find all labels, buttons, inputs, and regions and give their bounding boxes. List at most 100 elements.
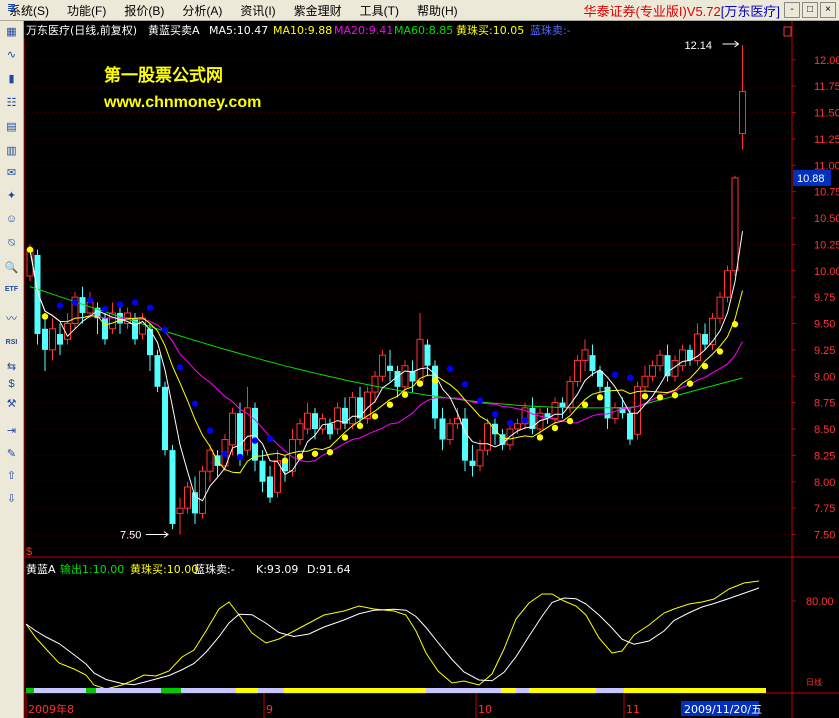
indicator-color-bar bbox=[181, 688, 236, 693]
grid-icon[interactable]: ▤ bbox=[2, 118, 21, 137]
corner-mark: $ bbox=[26, 546, 32, 558]
candle-chart-icon[interactable]: ▮ bbox=[2, 70, 21, 89]
price-tick-label: 7.50 bbox=[814, 530, 835, 542]
menu-finance[interactable]: 紫金理财 bbox=[285, 2, 351, 19]
candle-body-down bbox=[102, 318, 108, 340]
candle-body-up bbox=[611, 407, 619, 419]
yellow-bead bbox=[281, 457, 289, 464]
candle-body-up bbox=[229, 412, 236, 446]
money-icon[interactable]: $ bbox=[2, 375, 21, 394]
candle-body-up bbox=[371, 375, 379, 393]
price-tick-label: 8.50 bbox=[814, 424, 835, 436]
candle-body-up bbox=[656, 354, 664, 367]
candle-body-up bbox=[49, 328, 56, 351]
maximize-button[interactable]: □ bbox=[802, 2, 818, 18]
indicator-color-bar bbox=[34, 688, 86, 693]
candle-body-down bbox=[462, 418, 468, 461]
rsi-icon[interactable]: RSI bbox=[2, 333, 21, 352]
indicator-color-bar bbox=[624, 688, 766, 693]
header-ma10: MA10:9.88 bbox=[273, 24, 332, 37]
tools-icon[interactable]: ⚒ bbox=[2, 395, 21, 414]
yellow-bead bbox=[386, 401, 394, 408]
candle-body-down bbox=[259, 460, 266, 482]
header-ma5: MA5:10.47 bbox=[209, 24, 268, 37]
filter-icon[interactable]: ⍉ bbox=[2, 234, 21, 253]
menu-help[interactable]: 帮助(H) bbox=[408, 2, 467, 19]
candle-body-down bbox=[169, 450, 176, 524]
brand-stock-tag: [万东医疗] bbox=[720, 3, 780, 19]
small-tag: 日线 bbox=[806, 677, 822, 687]
pencil-icon[interactable]: ✎ bbox=[2, 445, 21, 464]
candle-body-down bbox=[702, 334, 708, 345]
indicator-color-bar bbox=[501, 688, 516, 693]
candle-body-down bbox=[357, 397, 363, 419]
list-icon[interactable]: ≣ bbox=[2, 0, 21, 18]
blue-bead bbox=[146, 304, 154, 311]
low-price-annotation: 7.50 bbox=[120, 530, 141, 542]
blue-bead bbox=[266, 435, 274, 442]
candle-body-up bbox=[739, 90, 746, 135]
menu-function[interactable]: 功能(F) bbox=[58, 2, 115, 19]
menu-info[interactable]: 资讯(I) bbox=[231, 2, 284, 19]
news-icon[interactable]: ✉ bbox=[2, 164, 21, 183]
candle-body-down bbox=[664, 355, 671, 377]
sub-header-yellow: 黄珠买:10.00 bbox=[130, 562, 198, 576]
candle-body-down bbox=[154, 355, 161, 387]
export-icon[interactable]: ⇥ bbox=[2, 422, 21, 441]
minimize-button[interactable]: - bbox=[784, 2, 800, 18]
header-blue-sell: 蓝珠卖:- bbox=[530, 23, 571, 37]
candle-body-up bbox=[551, 402, 559, 419]
etf-icon[interactable]: ETF bbox=[2, 280, 21, 299]
price-tick-label: 10.75 bbox=[814, 187, 839, 199]
price-tick-label: 8.75 bbox=[814, 398, 835, 410]
left-toolbar: ≣ ▦ ∿ ▮ ☷ ▤ ▥ ✉ ✦ ☺ ⍉ 🔍 ETF 〰 RSI ⇆ $ ⚒ ⇥ ✎ ⇧ ⇩ bbox=[0, 3, 24, 718]
menu-quote[interactable]: 报价(B) bbox=[115, 2, 173, 19]
candle-body-down bbox=[267, 476, 273, 498]
blue-bead bbox=[446, 365, 454, 373]
down-arrow-icon[interactable]: ⇩ bbox=[2, 490, 21, 509]
line-chart-icon[interactable]: ∿ bbox=[2, 46, 21, 65]
watermark-url: www.chnmoney.com bbox=[103, 94, 261, 111]
table-icon[interactable]: ▦ bbox=[2, 23, 21, 42]
yellow-bead bbox=[716, 348, 724, 355]
candle-body-down bbox=[409, 370, 416, 382]
blue-bead bbox=[476, 397, 484, 404]
yellow-bead bbox=[401, 391, 409, 398]
blue-bead bbox=[176, 364, 184, 371]
yellow-bead bbox=[656, 394, 664, 401]
current-price-label: 10.88 bbox=[797, 173, 825, 185]
price-tick-label: 11.50 bbox=[814, 108, 839, 120]
menu-analysis[interactable]: 分析(A) bbox=[173, 2, 231, 19]
sub-header-k: K:93.09 bbox=[256, 563, 298, 576]
wave-icon[interactable]: 〰 bbox=[2, 310, 21, 329]
detail-icon[interactable]: ▥ bbox=[2, 142, 21, 161]
people-icon[interactable]: ☺ bbox=[2, 210, 21, 229]
candle-body-down bbox=[627, 413, 633, 440]
sub-header-name: 黄蓝A bbox=[26, 562, 56, 576]
yellow-bead bbox=[551, 424, 559, 432]
indicator-color-bar bbox=[236, 688, 258, 693]
candle-body-up bbox=[184, 486, 191, 509]
blue-bead bbox=[521, 416, 529, 424]
up-arrow-icon[interactable]: ⇧ bbox=[2, 467, 21, 486]
search-icon[interactable]: 🔍 bbox=[2, 259, 21, 278]
candle-body-up bbox=[724, 270, 731, 298]
brand-name: 华泰证券(专业版I)V5.72 bbox=[583, 3, 721, 19]
price-tick-label: 11.25 bbox=[814, 134, 839, 146]
candle-body-up bbox=[649, 365, 656, 377]
candle-body-down bbox=[439, 418, 446, 440]
date-label-oct: 10 bbox=[478, 703, 492, 716]
stock-chart[interactable]: 7.50 7.75 8.00 8.25 8.50 8.75 9.00 9.25 9.50 9.75… bbox=[24, 21, 839, 718]
close-button[interactable]: × bbox=[820, 2, 836, 18]
price-tick-label: 9.50 bbox=[814, 319, 835, 331]
compass-icon[interactable]: ✦ bbox=[2, 187, 21, 206]
candle-body-down bbox=[252, 407, 258, 461]
indicator-color-bar bbox=[284, 688, 426, 693]
menu-tools[interactable]: 工具(T) bbox=[351, 2, 408, 19]
high-price-annotation: 12.14 bbox=[685, 40, 713, 52]
yellow-bead bbox=[671, 392, 679, 399]
blue-bead bbox=[491, 411, 499, 418]
blue-bead bbox=[116, 301, 124, 308]
yellow-bead bbox=[341, 434, 349, 441]
quote-board-icon[interactable]: ☷ bbox=[2, 94, 21, 113]
